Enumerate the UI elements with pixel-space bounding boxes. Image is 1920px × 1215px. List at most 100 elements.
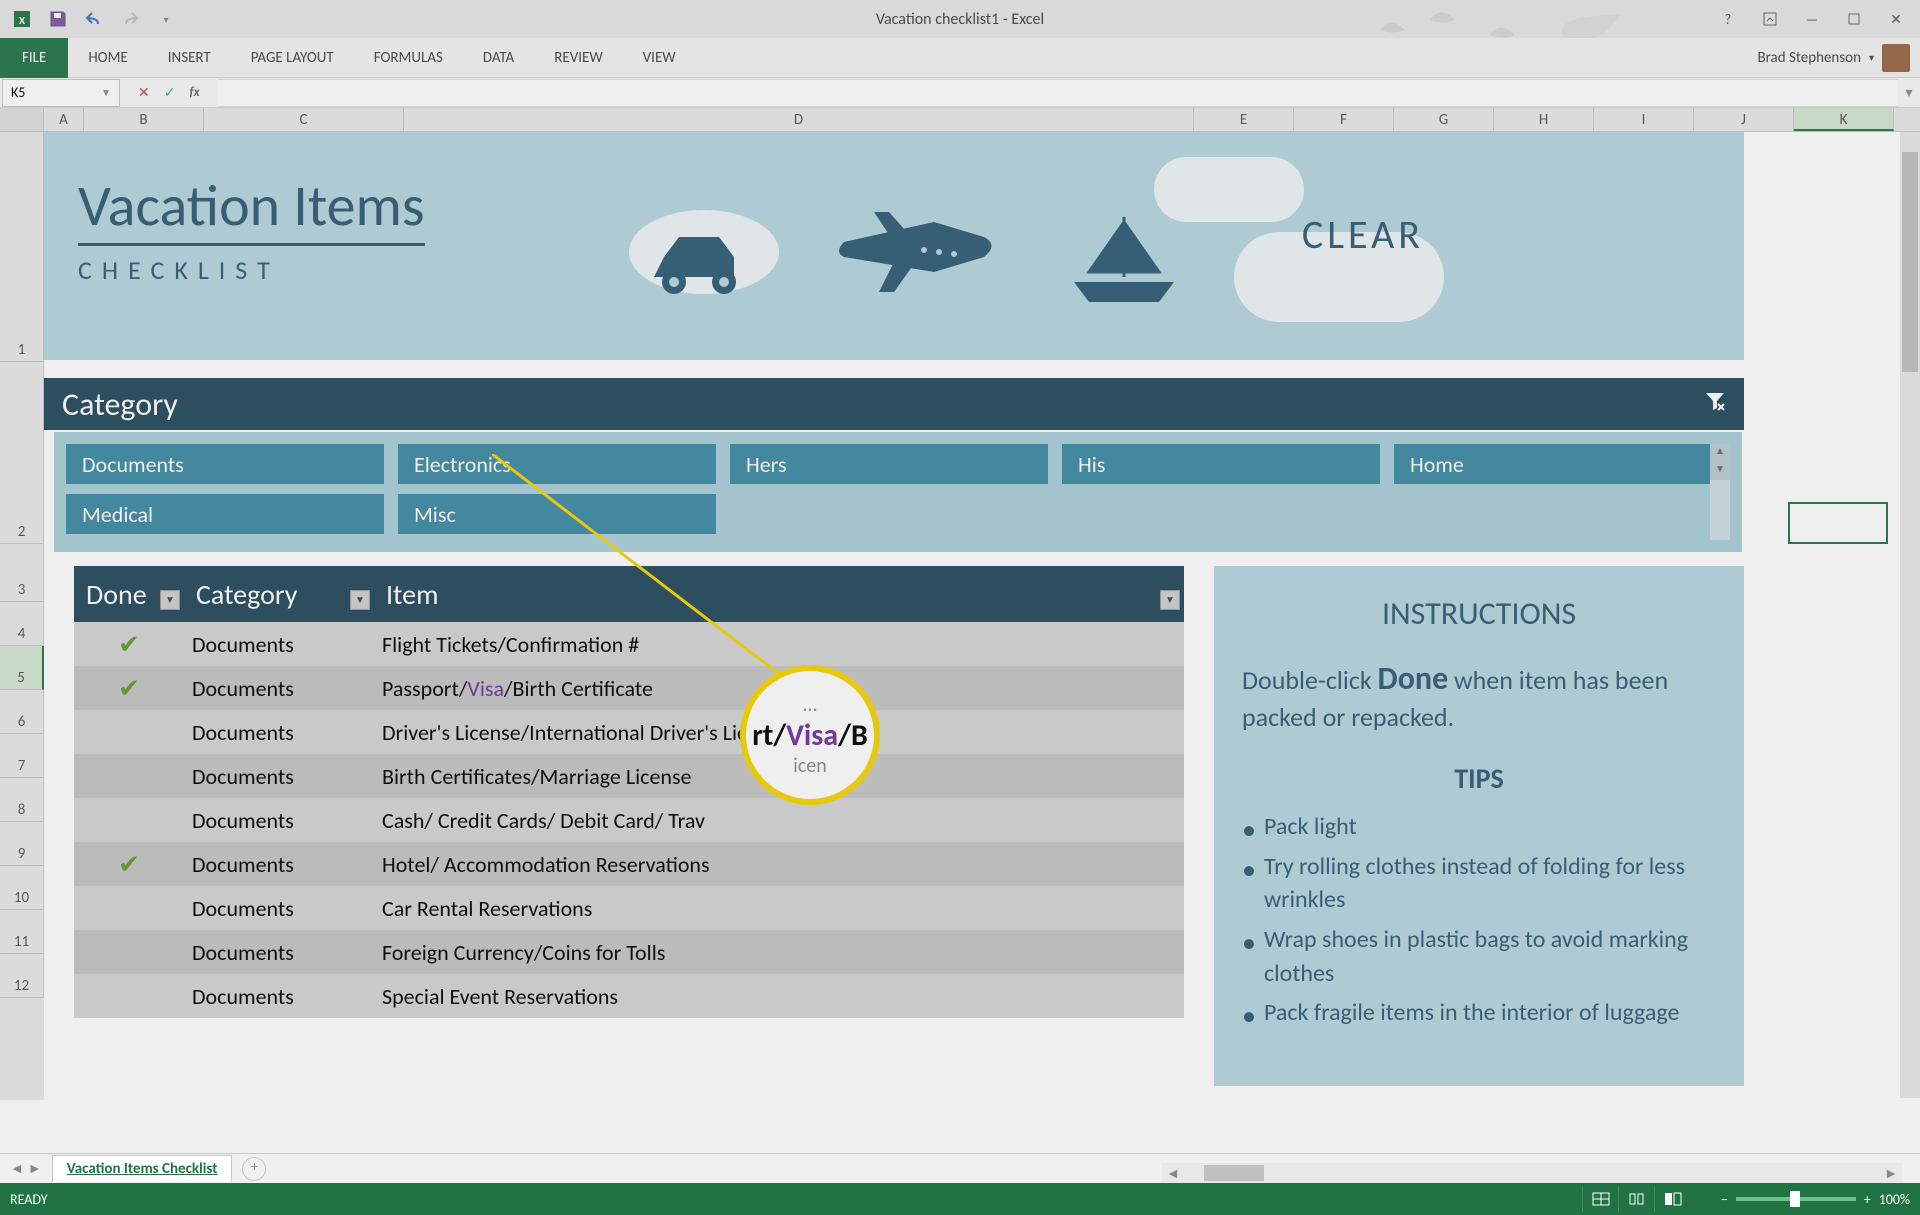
table-row[interactable]: DocumentsForeign Currency/Coins for Toll… <box>74 930 1184 974</box>
slicer-filter-icon[interactable] <box>1704 390 1726 418</box>
cell-item[interactable]: Car Rental Reservations <box>374 895 1184 922</box>
tab-formulas[interactable]: FORMULAS <box>354 38 463 78</box>
cell-done[interactable]: ✔ <box>74 628 184 660</box>
undo-icon[interactable] <box>80 5 108 33</box>
tab-view[interactable]: VIEW <box>623 38 696 78</box>
col-header-f[interactable]: F <box>1294 108 1394 131</box>
table-row[interactable]: DocumentsSpecial Event Reservations <box>74 974 1184 1018</box>
slicer-medical[interactable]: Medical <box>66 494 384 534</box>
tab-file[interactable]: FILE <box>0 38 68 78</box>
filter-dropdown-icon[interactable]: ▼ <box>350 590 370 610</box>
col-header-i[interactable]: I <box>1594 108 1694 131</box>
cell-item[interactable]: Cash/ Credit Cards/ Debit Card/ Trav <box>374 807 1184 834</box>
fx-icon[interactable]: fx <box>189 85 199 100</box>
cell-category[interactable]: Documents <box>184 631 374 658</box>
row-header-1[interactable]: 1 <box>0 132 44 362</box>
slicer-misc[interactable]: Misc <box>398 494 716 534</box>
slicer-documents[interactable]: Documents <box>66 444 384 484</box>
cell-done[interactable]: ✔ <box>74 848 184 880</box>
vertical-scrollbar[interactable] <box>1900 132 1920 1098</box>
zoom-in-icon[interactable]: + <box>1864 1191 1871 1208</box>
name-box[interactable]: K5 ▼ <box>2 79 120 107</box>
cell-category[interactable]: Documents <box>184 763 374 790</box>
cell-item[interactable]: Flight Tickets/Confirmation # <box>374 631 1184 658</box>
maximize-icon[interactable] <box>1840 7 1868 31</box>
visa-hyperlink[interactable]: Visa <box>467 675 504 702</box>
ribbon-display-icon[interactable] <box>1756 7 1784 31</box>
col-header-a[interactable]: A <box>44 108 84 131</box>
page-layout-view-icon[interactable] <box>1618 1186 1654 1212</box>
slicer-scrollbar[interactable]: ▲ ▼ <box>1710 444 1730 540</box>
slicer-hers[interactable]: Hers <box>730 444 1048 484</box>
cell-category[interactable]: Documents <box>184 939 374 966</box>
row-header-10[interactable]: 10 <box>0 866 44 910</box>
zoom-out-icon[interactable]: − <box>1721 1191 1728 1208</box>
cancel-icon[interactable]: ✕ <box>138 84 150 101</box>
selected-cell[interactable] <box>1788 502 1888 544</box>
zoom-slider[interactable] <box>1736 1197 1856 1201</box>
scroll-right-icon[interactable]: ► <box>1884 1165 1898 1182</box>
user-account[interactable]: Brad Stephenson▾ <box>1757 44 1910 72</box>
tab-page-layout[interactable]: PAGE LAYOUT <box>231 38 354 78</box>
enter-icon[interactable]: ✓ <box>164 84 176 101</box>
row-header-9[interactable]: 9 <box>0 822 44 866</box>
formula-input[interactable] <box>218 79 1898 107</box>
redo-icon[interactable] <box>116 5 144 33</box>
th-done[interactable]: Done▼ <box>74 577 184 612</box>
slicer-his[interactable]: His <box>1062 444 1380 484</box>
add-sheet-icon[interactable]: + <box>242 1157 266 1181</box>
name-box-dropdown-icon[interactable]: ▼ <box>101 86 111 99</box>
table-row[interactable]: DocumentsCash/ Credit Cards/ Debit Card/… <box>74 798 1184 842</box>
sheet-tab-active[interactable]: Vacation Items Checklist <box>52 1155 233 1182</box>
table-row[interactable]: DocumentsCar Rental Reservations <box>74 886 1184 930</box>
th-category[interactable]: Category▼ <box>184 577 374 612</box>
col-header-e[interactable]: E <box>1194 108 1294 131</box>
tab-review[interactable]: REVIEW <box>534 38 622 78</box>
row-header-8[interactable]: 8 <box>0 778 44 822</box>
cell-category[interactable]: Documents <box>184 807 374 834</box>
worksheet[interactable]: Vacation Items CHECKLIST CLEAR Category … <box>44 132 1920 1100</box>
cell-done[interactable]: ✔ <box>74 672 184 704</box>
cell-item[interactable]: Special Event Reservations <box>374 983 1184 1010</box>
save-icon[interactable] <box>44 5 72 33</box>
help-icon[interactable]: ? <box>1714 7 1742 31</box>
col-header-d[interactable]: D <box>404 108 1194 131</box>
col-header-g[interactable]: G <box>1394 108 1494 131</box>
filter-dropdown-icon[interactable]: ▼ <box>1160 590 1180 610</box>
col-header-c[interactable]: C <box>204 108 404 131</box>
cell-category[interactable]: Documents <box>184 851 374 878</box>
select-all-corner[interactable] <box>0 108 44 131</box>
close-icon[interactable]: ✕ <box>1882 7 1910 31</box>
sheet-nav-prev-icon[interactable]: ◄ <box>10 1160 24 1177</box>
clear-button[interactable]: CLEAR <box>1302 210 1424 259</box>
table-row[interactable]: ✔DocumentsPassport/Visa/Birth Certificat… <box>74 666 1184 710</box>
th-item[interactable]: Item▼ <box>374 577 1184 612</box>
row-header-12[interactable]: 12 <box>0 954 44 998</box>
col-header-j[interactable]: J <box>1694 108 1794 131</box>
scroll-up-icon[interactable]: ▲ <box>1710 444 1730 462</box>
table-row[interactable]: DocumentsDriver's License/International … <box>74 710 1184 754</box>
normal-view-icon[interactable] <box>1582 1186 1618 1212</box>
page-break-view-icon[interactable] <box>1654 1186 1690 1212</box>
scroll-left-icon[interactable]: ◄ <box>1162 1165 1184 1182</box>
sheet-nav-next-icon[interactable]: ► <box>28 1160 42 1177</box>
col-header-k[interactable]: K <box>1794 108 1894 131</box>
zoom-handle[interactable] <box>1790 1191 1800 1207</box>
cell-item[interactable]: Hotel/ Accommodation Reservations <box>374 851 1184 878</box>
table-row[interactable]: ✔DocumentsFlight Tickets/Confirmation # <box>74 622 1184 666</box>
row-header-11[interactable]: 11 <box>0 910 44 954</box>
tab-home[interactable]: HOME <box>68 38 147 78</box>
filter-dropdown-icon[interactable]: ▼ <box>160 590 180 610</box>
row-header-2[interactable]: 2 <box>0 362 44 544</box>
zoom-level[interactable]: 100% <box>1879 1191 1910 1208</box>
qat-customize-icon[interactable]: ▾ <box>152 5 180 33</box>
scroll-down-icon[interactable]: ▼ <box>1710 462 1730 480</box>
row-header-7[interactable]: 7 <box>0 734 44 778</box>
minimize-icon[interactable]: — <box>1798 7 1826 31</box>
col-header-h[interactable]: H <box>1494 108 1594 131</box>
row-header-3[interactable]: 3 <box>0 544 44 602</box>
row-header-4[interactable]: 4 <box>0 602 44 646</box>
scrollbar-thumb[interactable] <box>1204 1165 1264 1181</box>
cell-category[interactable]: Documents <box>184 895 374 922</box>
cell-category[interactable]: Documents <box>184 719 374 746</box>
